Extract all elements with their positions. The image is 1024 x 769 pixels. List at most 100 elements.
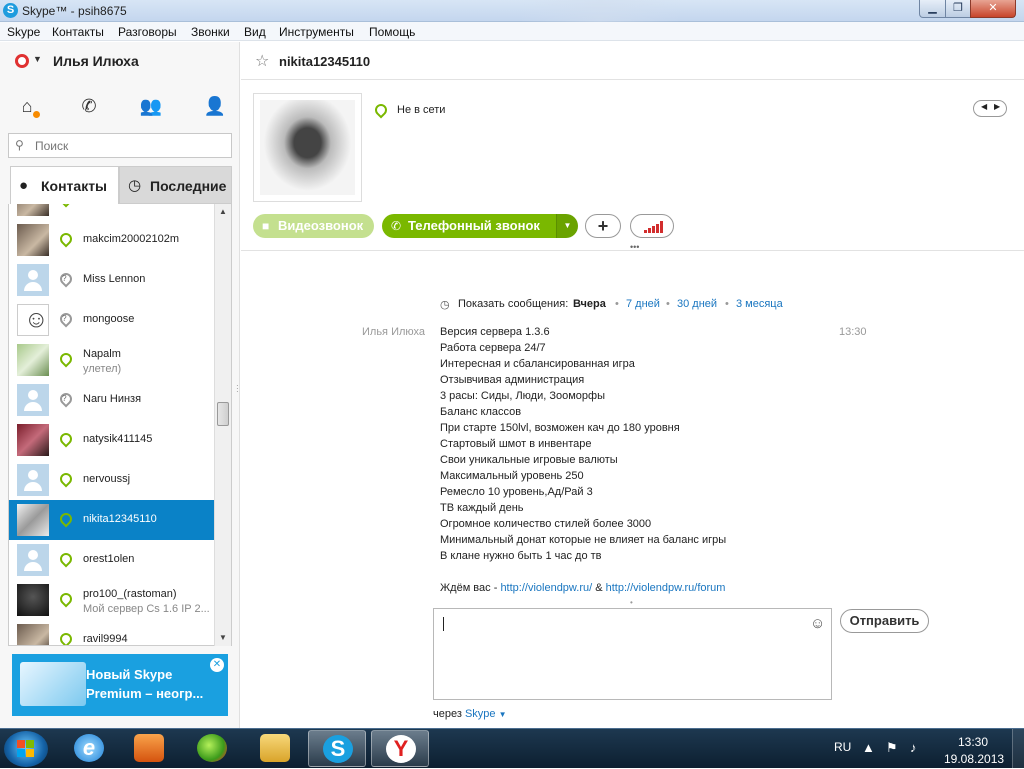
message-line: Работа сервера 24/7 [440,342,546,354]
contact-item[interactable]: Naru Нинзя [9,380,215,420]
contact-item[interactable] [9,204,215,220]
contact-item[interactable]: nervoussj [9,460,215,500]
contact-name: makcim20002102m [83,233,179,245]
close-icon[interactable]: ✕ [210,658,224,672]
home-icon[interactable]: ⌂ [15,94,40,118]
taskbar-green-app[interactable] [183,730,241,767]
taskbar-media-player[interactable] [120,730,178,767]
history-7-days-link[interactable]: 7 дней [626,298,660,310]
profile-pager[interactable]: ◀ ▶ [973,100,1007,117]
menu-help[interactable]: Помощь [369,25,415,39]
menu-conversations[interactable]: Разговоры [118,25,177,39]
scroll-thumb[interactable] [217,402,229,426]
tab-recent[interactable]: ◷ Последние [119,166,232,204]
menu-view[interactable]: Вид [244,25,266,39]
taskbar-skype[interactable]: S [308,730,366,767]
close-button[interactable]: ✕ [970,0,1016,18]
contact-item[interactable]: makcim20002102m [9,220,215,260]
language-indicator[interactable]: RU [834,740,851,754]
message-compose-box[interactable]: ☺ [433,608,832,700]
add-button[interactable]: + [585,214,621,238]
clock-icon: ◷ [128,177,142,194]
menu-contacts[interactable]: Контакты [52,25,104,39]
menu-tools[interactable]: Инструменты [279,25,354,39]
contact-item[interactable]: orest1olen [9,540,215,580]
contact-item[interactable]: natysik411145 [9,420,215,460]
contact-name: nervoussj [83,473,131,485]
contact-mood: Мой сервер Cs 1.6 IP 2... [83,603,210,615]
menu-calls[interactable]: Звонки [191,25,230,39]
profile-bar[interactable]: ▼ Илья Илюха [0,42,240,82]
clock-date[interactable]: 19.08.2013 [944,752,1004,766]
contact-name: Naru Нинзя [83,393,142,405]
search-input[interactable] [35,137,225,155]
message-input[interactable] [442,615,802,691]
group-icon[interactable]: 👥 [139,94,163,118]
contact-item[interactable]: ravil9994 [9,620,215,645]
tab-contacts[interactable]: ● Контакты [10,166,119,204]
promo-line-2: Premium – неогр... [86,686,204,701]
status-icon [57,430,75,448]
site-link[interactable]: http://violendpw.ru/ [500,582,592,594]
next-arrow-icon[interactable]: ▶ [994,102,1000,111]
start-button[interactable] [4,731,48,767]
contact-item[interactable]: Napalm улетел) [9,340,215,380]
phone-call-button[interactable]: ✆ Телефонный звонок [382,214,556,238]
show-desktop-button[interactable] [1012,729,1024,769]
message-line: Минимальный донат которые не влияет на б… [440,534,727,546]
contact-avatar [17,544,49,576]
search-box[interactable]: ⚲ [8,133,232,158]
contact-item[interactable]: mongoose [9,300,215,340]
message-line: Версия сервера 1.3.6 [440,326,550,338]
forum-link[interactable]: http://violendpw.ru/forum [606,582,726,594]
chevron-down-icon[interactable]: ▼ [33,54,42,64]
premium-promo-banner[interactable]: Новый Skype Premium – неогр... ✕ [12,654,228,716]
profile-name[interactable]: Илья Илюха [53,53,139,69]
status-dnd-icon[interactable] [15,54,29,68]
history-30-days-link[interactable]: 30 дней [677,298,717,310]
status-icon [57,470,75,488]
compose-resize-grip[interactable]: • [630,598,633,607]
taskbar-yandex-browser[interactable]: Y [371,730,429,767]
scroll-up-icon[interactable]: ▲ [215,204,231,220]
skype-window: S Skype™ - psih8675 ▁ ❐ ✕ Skype Контакты… [0,0,1024,728]
menu-skype[interactable]: Skype [7,25,40,39]
maximize-button[interactable]: ❐ [945,0,971,18]
phone-icon[interactable]: ✆ [77,94,101,118]
splitter-grip-icon[interactable]: · · · [236,382,239,396]
taskbar-internet-explorer[interactable]: e [60,730,118,767]
status-unknown-icon [57,390,75,408]
contact-name: mongoose [83,313,135,325]
volume-icon[interactable]: ♪ [910,740,917,755]
avatar-image [260,100,355,195]
via-skype-link[interactable]: Skype [465,708,496,720]
send-button[interactable]: Отправить [840,609,929,633]
call-options-dropdown[interactable]: ▼ [556,214,578,238]
minimize-button[interactable]: ▁ [919,0,946,18]
favorite-star-icon[interactable]: ☆ [255,51,269,71]
status-icon [57,230,75,248]
contact-item[interactable]: Miss Lennon [9,260,215,300]
scroll-down-icon[interactable]: ▼ [215,630,231,646]
contact-list-scrollbar[interactable]: ▲ ▼ [214,204,231,646]
add-contact-icon[interactable]: 👤 [203,94,227,118]
call-quality-button[interactable] [630,214,674,238]
internet-explorer-icon: e [74,734,104,762]
video-call-button[interactable]: ■ Видеозвонок [253,214,374,238]
prev-arrow-icon[interactable]: ◀ [981,102,987,111]
contact-item[interactable]: nikita12345110 [9,500,215,540]
via-prefix: через [433,708,462,720]
taskbar-file-explorer[interactable] [246,730,304,767]
contact-item[interactable]: pro100_(rastoman) Мой сервер Cs 1.6 IP 2.… [9,580,215,620]
message-line: Интересная и сбалансированная игра [440,358,635,370]
network-icon[interactable]: ⚑ [886,740,898,756]
message-line: Баланс классов [440,406,522,418]
emoticon-icon[interactable]: ☺ [810,615,825,632]
offline-status-icon [372,101,390,119]
skype-logo-icon[interactable]: S [3,3,18,18]
chevron-down-icon[interactable]: ▼ [499,710,507,719]
clock-time[interactable]: 13:30 [958,735,988,749]
tray-arrow-icon[interactable]: ▲ [862,740,875,755]
contact-avatar[interactable] [253,93,362,202]
history-3-months-link[interactable]: 3 месяца [736,298,783,310]
